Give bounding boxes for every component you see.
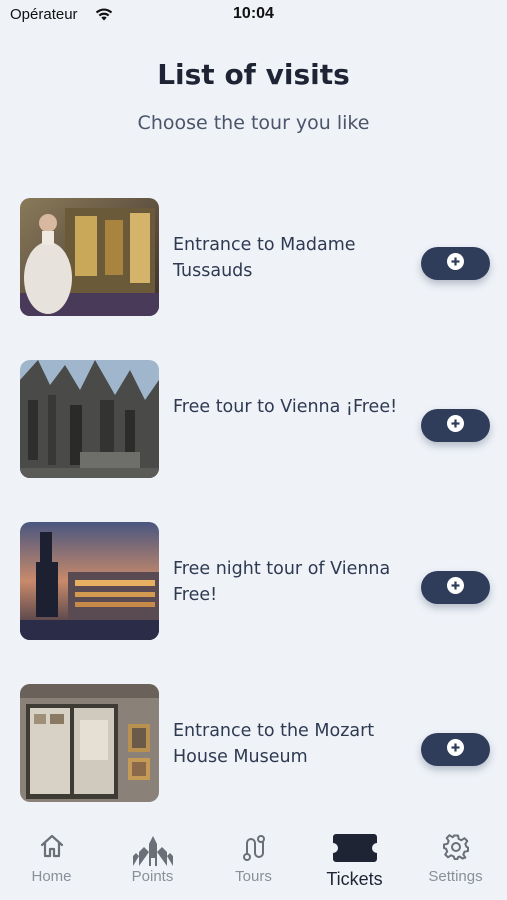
visit-title: Free tour to Vienna ¡Free! [173,397,398,417]
add-visit-button[interactable] [421,571,490,604]
visit-item[interactable]: Free night tour of Vienna Free! [20,522,490,640]
tab-tickets[interactable]: Tickets [304,820,405,900]
status-time: 10:04 [233,5,274,22]
visit-title: Entrance to Madame Tussauds [173,235,356,281]
visit-item[interactable]: Entrance to the Mozart House Museum [20,684,490,802]
visit-item[interactable]: Free tour to Vienna ¡Free! [20,360,490,478]
page-subtitle: Choose the tour you like [137,112,370,134]
add-visit-button[interactable] [421,247,490,280]
route-icon [241,834,267,866]
visit-thumbnail-night-city [20,522,159,640]
page-title: List of visits [157,58,350,91]
visit-title: Free night tour of Vienna Free! [173,559,391,605]
tab-home[interactable]: Home [1,820,102,900]
home-icon [39,834,65,862]
visit-item[interactable]: Entrance to Madame Tussauds [20,198,490,316]
status-bar: Opérateur 10:04 [0,0,507,32]
visit-thumbnail-museum-exhibit [20,684,159,802]
tab-label: Points [131,868,174,885]
tab-bar: Home Points Tours Tickets Settings [0,820,507,900]
visit-thumbnail-cathedral [20,360,159,478]
plus-circle-icon [447,739,464,760]
visit-thumbnail-wax-museum [20,198,159,316]
tab-label: Tours [235,868,272,885]
visit-title: Entrance to the Mozart House Museum [173,721,375,767]
plus-circle-icon [447,253,464,274]
ticket-icon [332,834,377,866]
add-visit-button[interactable] [421,733,490,766]
tab-points[interactable]: Points [102,820,203,900]
gear-icon [442,834,469,864]
plus-circle-icon [447,415,464,436]
tab-label: Home [31,868,72,885]
tab-label: Tickets [326,869,383,889]
tab-tours[interactable]: Tours [203,820,304,900]
church-icon [132,834,173,870]
add-visit-button[interactable] [421,409,490,442]
tab-settings[interactable]: Settings [405,820,506,900]
plus-circle-icon [447,577,464,598]
tab-label: Settings [428,868,483,885]
